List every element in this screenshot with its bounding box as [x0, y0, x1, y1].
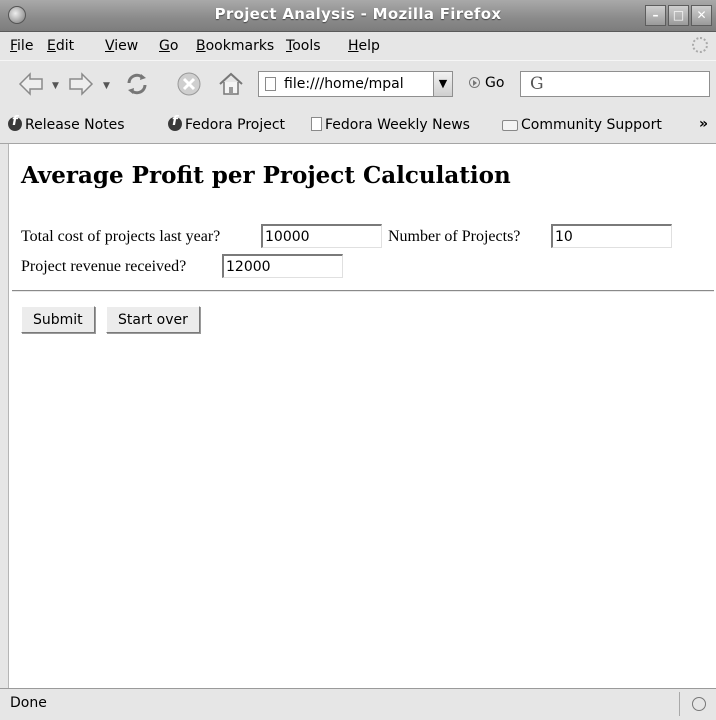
- search-engine-icon[interactable]: G: [530, 74, 544, 94]
- home-icon[interactable]: [216, 69, 246, 99]
- num-projects-label: Number of Projects?: [388, 228, 521, 245]
- fedora-icon: [8, 114, 22, 131]
- submit-button[interactable]: Submit: [21, 306, 95, 333]
- menu-view-rest: iew: [114, 38, 139, 54]
- bookmark-label: Fedora Project: [185, 117, 286, 133]
- revenue-input[interactable]: [222, 254, 343, 278]
- total-cost-label: Total cost of projects last year?: [21, 228, 221, 245]
- menu-go-rest: o: [169, 38, 179, 54]
- menu-edit[interactable]: Edit: [47, 38, 74, 54]
- revenue-label: Project revenue received?: [21, 258, 187, 275]
- bookmark-release-notes[interactable]: Release Notes: [8, 114, 125, 133]
- menu-file-rest: ile: [17, 38, 34, 54]
- page-icon: [265, 77, 276, 91]
- menu-view[interactable]: View: [105, 38, 138, 54]
- go-label: Go: [485, 75, 505, 91]
- status-bar: Done: [0, 688, 716, 720]
- browser-window: Project Analysis - Mozilla Firefox – □ ✕…: [0, 0, 716, 720]
- fedora-icon: [168, 114, 182, 131]
- folder-icon: [502, 120, 518, 131]
- window-controls: – □ ✕: [645, 5, 712, 26]
- security-icon: [692, 697, 706, 711]
- total-cost-input[interactable]: [261, 224, 382, 248]
- search-input[interactable]: G: [520, 71, 710, 97]
- forward-dropdown-icon[interactable]: ▼: [103, 81, 110, 91]
- menu-help-rest: elp: [358, 38, 380, 54]
- chevron-down-icon: ▼: [438, 77, 448, 90]
- menu-tools-rest: ools: [292, 38, 321, 54]
- bookmark-label: Fedora Weekly News: [325, 117, 470, 133]
- bookmark-community-support[interactable]: Community Support: [502, 117, 662, 133]
- bookmark-fedora-project[interactable]: Fedora Project: [168, 114, 286, 133]
- go-icon: [469, 77, 480, 88]
- back-dropdown-icon[interactable]: ▼: [52, 81, 59, 91]
- menu-tools[interactable]: Tools: [286, 38, 321, 54]
- page-icon: [311, 117, 322, 131]
- bookmarks-toolbar: Release Notes Fedora Project Fedora Week…: [0, 107, 716, 144]
- close-icon[interactable]: ✕: [691, 5, 712, 26]
- bookmarks-overflow-button[interactable]: »: [699, 116, 708, 132]
- bookmark-fedora-weekly-news[interactable]: Fedora Weekly News: [311, 117, 470, 133]
- horizontal-rule: [12, 290, 714, 292]
- title-bar: Project Analysis - Mozilla Firefox – □ ✕: [0, 0, 716, 32]
- page-title: Average Profit per Project Calculation: [21, 162, 511, 189]
- page-content: Average Profit per Project Calculation T…: [8, 144, 716, 688]
- throbber-icon: [692, 37, 708, 53]
- maximize-icon[interactable]: □: [668, 5, 689, 26]
- menu-go[interactable]: Go: [159, 38, 178, 54]
- menu-bar: File Edit View Go Bookmarks Tools Help: [0, 32, 716, 59]
- window-title: Project Analysis - Mozilla Firefox: [214, 5, 502, 23]
- bookmark-label: Release Notes: [25, 117, 125, 133]
- menu-help[interactable]: Help: [348, 38, 380, 54]
- minimize-icon[interactable]: –: [645, 5, 666, 26]
- navigation-toolbar: ▼ ▼ file:///home/mpal ▼ Go G: [0, 60, 716, 108]
- url-history-dropdown[interactable]: ▼: [433, 71, 453, 97]
- menu-file[interactable]: File: [10, 38, 33, 54]
- status-text: Done: [10, 695, 47, 711]
- go-button[interactable]: Go: [469, 75, 504, 91]
- stop-icon[interactable]: [174, 69, 204, 99]
- back-icon[interactable]: [16, 69, 46, 99]
- menu-edit-rest: dit: [55, 38, 75, 54]
- status-divider: [679, 692, 680, 716]
- forward-icon[interactable]: [66, 69, 96, 99]
- url-text[interactable]: file:///home/mpal: [284, 76, 404, 92]
- menu-bookmarks[interactable]: Bookmarks: [196, 38, 274, 54]
- bookmark-label: Community Support: [521, 117, 662, 133]
- start-over-button[interactable]: Start over: [106, 306, 200, 333]
- num-projects-input[interactable]: [551, 224, 672, 248]
- url-bar[interactable]: file:///home/mpal: [258, 71, 434, 97]
- reload-icon[interactable]: [122, 69, 152, 99]
- menu-bookmarks-rest: ookmarks: [205, 38, 275, 54]
